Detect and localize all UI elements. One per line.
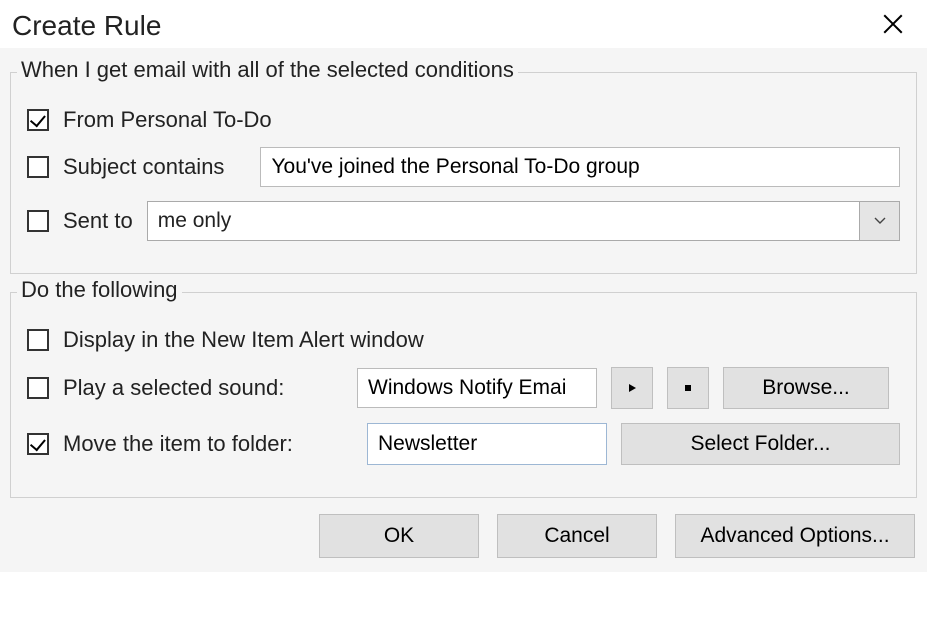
- title-bar: Create Rule: [0, 0, 927, 48]
- actions-group: Do the following Display in the New Item…: [10, 292, 917, 498]
- play-icon[interactable]: [611, 367, 653, 409]
- sentto-value: me only: [148, 202, 859, 240]
- conditions-legend: When I get email with all of the selecte…: [17, 57, 518, 83]
- actions-legend: Do the following: [17, 277, 182, 303]
- action-move-row: Move the item to folder: Select Folder..…: [27, 423, 900, 465]
- stop-icon[interactable]: [667, 367, 709, 409]
- cancel-button[interactable]: Cancel: [497, 514, 657, 558]
- subject-label: Subject contains: [63, 154, 224, 180]
- browse-button[interactable]: Browse...: [723, 367, 889, 409]
- conditions-group: When I get email with all of the selecte…: [10, 72, 917, 274]
- subject-checkbox[interactable]: [27, 156, 49, 178]
- subject-input[interactable]: [260, 147, 900, 187]
- advanced-options-button[interactable]: Advanced Options...: [675, 514, 915, 558]
- select-folder-button[interactable]: Select Folder...: [621, 423, 900, 465]
- chevron-down-icon[interactable]: [859, 202, 899, 240]
- dialog-content: When I get email with all of the selecte…: [0, 48, 927, 572]
- action-display-row: Display in the New Item Alert window: [27, 327, 900, 353]
- condition-from-row: From Personal To-Do: [27, 107, 900, 133]
- condition-subject-row: Subject contains: [27, 147, 900, 187]
- move-folder-label: Move the item to folder:: [63, 431, 353, 457]
- move-folder-checkbox[interactable]: [27, 433, 49, 455]
- close-icon[interactable]: [877, 10, 909, 40]
- sentto-checkbox[interactable]: [27, 210, 49, 232]
- sound-file-input[interactable]: [357, 368, 597, 408]
- action-sound-row: Play a selected sound: Browse...: [27, 367, 900, 409]
- display-alert-checkbox[interactable]: [27, 329, 49, 351]
- from-checkbox[interactable]: [27, 109, 49, 131]
- play-sound-label: Play a selected sound:: [63, 375, 343, 401]
- ok-button[interactable]: OK: [319, 514, 479, 558]
- dialog-title: Create Rule: [12, 10, 161, 42]
- play-sound-checkbox[interactable]: [27, 377, 49, 399]
- condition-sentto-row: Sent to me only: [27, 201, 900, 241]
- sentto-label: Sent to: [63, 208, 133, 234]
- from-label: From Personal To-Do: [63, 107, 272, 133]
- folder-name-input[interactable]: [367, 423, 607, 465]
- display-alert-label: Display in the New Item Alert window: [63, 327, 424, 353]
- dialog-footer: OK Cancel Advanced Options...: [10, 514, 917, 558]
- sentto-dropdown[interactable]: me only: [147, 201, 900, 241]
